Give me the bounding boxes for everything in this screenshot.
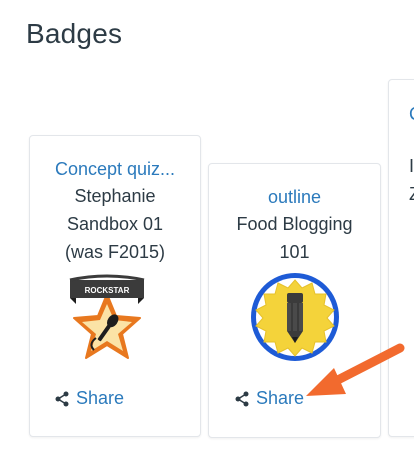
microphone-star-icon[interactable]: ROCKSTAR — [68, 274, 146, 366]
course-line: I — [409, 156, 414, 176]
course-line: Stephanie — [74, 186, 156, 206]
course-line: 101 — [279, 242, 310, 262]
share-button[interactable]: Share — [234, 388, 304, 409]
badge-course-name: Stephanie Sandbox 01 (was F2015) — [38, 182, 192, 266]
ribbon-text: ROCKSTAR — [85, 286, 130, 295]
badge-course-name: Food Blogging 101 — [217, 210, 372, 266]
share-icon — [235, 391, 249, 406]
page-title: Badges — [26, 18, 123, 49]
arrow-annotation-icon — [306, 343, 405, 396]
course-line: Sandbox 01 — [66, 214, 164, 234]
badge-name-link[interactable]: C — [409, 104, 414, 125]
badge-name-link[interactable]: outline — [219, 184, 370, 210]
badge-name-link[interactable]: Concept quiz... — [44, 156, 186, 182]
share-button[interactable]: Share — [54, 388, 124, 409]
share-label: Share — [256, 388, 305, 408]
course-line: Food Blogging — [236, 214, 353, 234]
share-icon — [55, 391, 69, 406]
badges-page: Badges Concept quiz... Stephanie Sandbox… — [0, 0, 414, 459]
share-label: Share — [76, 388, 125, 408]
course-line: (was F2015) — [64, 242, 166, 262]
course-line: Z — [409, 184, 414, 205]
badge-card: Concept quiz... Stephanie Sandbox 01 (wa… — [29, 135, 201, 437]
